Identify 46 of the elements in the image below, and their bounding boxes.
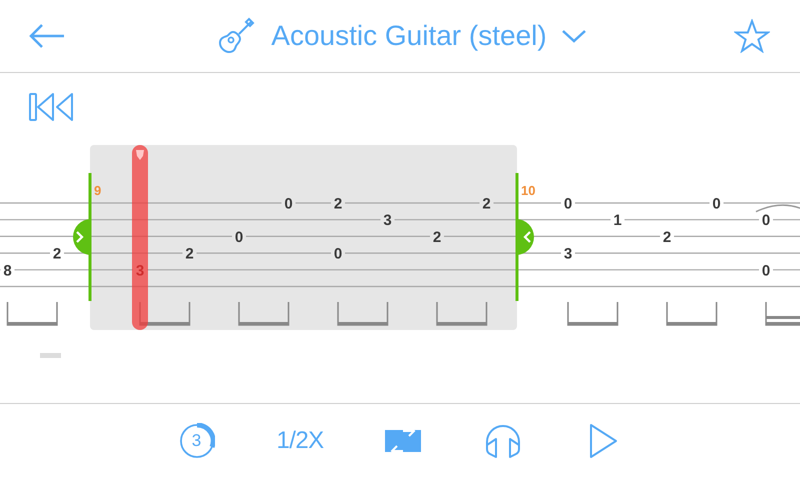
fret-number: 0 [564,196,572,212]
countdown-button[interactable]: 3 [176,421,216,461]
skip-to-start-icon [28,92,76,122]
speed-button[interactable]: 1/2X [276,423,324,459]
playback-cursor[interactable] [132,145,148,330]
headphones-icon [484,423,522,459]
instrument-selector[interactable]: Acoustic Guitar (steel) [213,15,587,57]
countdown-number: 3 [192,430,202,452]
countdown-ring-icon [178,423,214,459]
fret-number: 0 [284,196,293,212]
measure-number: 10 [521,183,536,198]
beam-drawing [436,302,488,326]
scroll-indicator [40,353,61,358]
beam-drawing [6,302,58,326]
chevron-down-icon [560,29,587,43]
fret-number: 8 [3,262,12,280]
fret-number: 3 [383,212,392,230]
fret-number: 2 [334,196,342,212]
beam-drawing [337,302,388,326]
beam-drawing [765,302,800,326]
loop-start-handle[interactable] [73,219,91,255]
fret-number: 2 [185,246,194,263]
fret-number: 0 [712,196,721,212]
fret-number: 0 [334,246,342,263]
fret-number: 0 [762,262,770,280]
fret-number: 2 [482,196,491,212]
measure-number: 9 [94,183,102,198]
fret-number: 0 [762,212,770,230]
fret-number: 1 [613,212,622,230]
rewind-to-start-button[interactable] [28,92,76,122]
fret-number: 2 [662,228,672,246]
fret-number: 3 [564,246,572,263]
fret-number: 2 [432,228,442,246]
tie-arc [756,204,800,212]
fret-number: 3 [136,262,144,280]
beam-drawing [666,302,718,326]
fret-number: 2 [52,246,62,263]
star-icon [734,19,770,53]
beam-drawing [567,302,618,326]
back-arrow-icon [28,23,66,49]
loop-end-handle[interactable] [516,219,534,255]
play-icon [588,423,618,459]
favorite-button[interactable] [732,16,772,56]
fret-number: 0 [234,228,244,246]
instrument-name: Acoustic Guitar (steel) [271,19,547,53]
beam-drawing [238,302,290,326]
